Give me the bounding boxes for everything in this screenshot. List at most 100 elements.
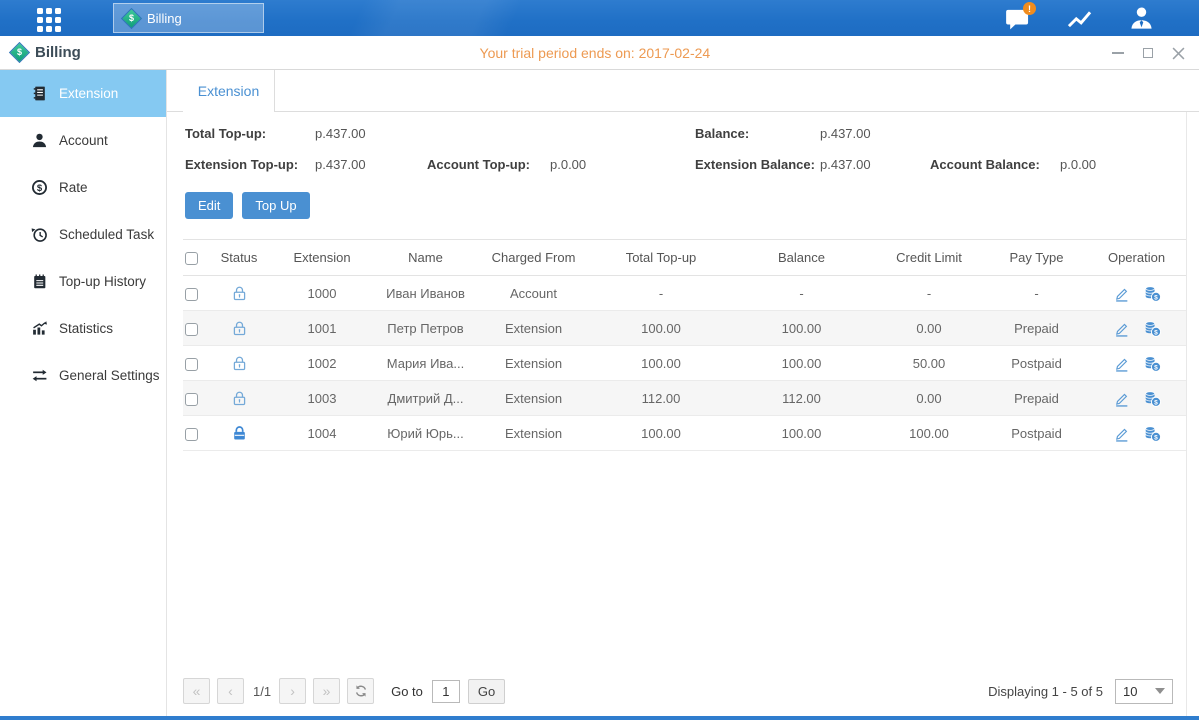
total-topup-value: p.437.00 [315, 126, 366, 141]
table-row: 1003 Дмитрий Д... Extension 112.00 112.0… [183, 381, 1186, 416]
extension-topup-label: Extension Top-up: [185, 157, 298, 172]
row-checkbox[interactable] [185, 288, 198, 301]
svg-text:$: $ [1154, 294, 1158, 301]
top-up-icon[interactable]: $ [1144, 390, 1161, 407]
charged-from-cell: Account [476, 276, 591, 311]
locked-icon [231, 425, 248, 442]
page-indicator: 1/1 [253, 684, 271, 699]
total-topup-cell: 112.00 [591, 381, 731, 416]
top-up-icon[interactable]: $ [1144, 425, 1161, 442]
status-cell [209, 346, 269, 381]
sidebar-item-account[interactable]: Account [0, 117, 166, 164]
notification-badge: ! [1023, 2, 1036, 15]
edit-icon[interactable] [1113, 425, 1130, 442]
table-row: 1001 Петр Петров Extension 100.00 100.00… [183, 311, 1186, 346]
minimize-button[interactable] [1111, 46, 1125, 60]
last-page-button[interactable]: » [313, 678, 340, 704]
status-cell [209, 311, 269, 346]
operation-cell: $ [1087, 416, 1186, 451]
maximize-button[interactable] [1141, 46, 1155, 60]
edit-icon[interactable] [1113, 320, 1130, 337]
edit-icon[interactable] [1113, 285, 1130, 302]
chart-icon[interactable] [1066, 5, 1093, 31]
extension-cell: 1003 [269, 381, 375, 416]
sidebar-item-general-settings[interactable]: General Settings [0, 352, 166, 399]
close-button[interactable] [1171, 46, 1185, 60]
top-up-icon[interactable]: $ [1144, 285, 1161, 302]
person-icon [31, 132, 48, 149]
row-checkbox[interactable] [185, 393, 198, 406]
prev-page-button[interactable]: ‹ [217, 678, 244, 704]
operation-cell: $ [1087, 346, 1186, 381]
charged-from-cell: Extension [476, 381, 591, 416]
topbar: $ Billing ! [0, 0, 1199, 36]
pay-type-cell: Prepaid [986, 311, 1087, 346]
billing-app-tab[interactable]: $ Billing [113, 3, 264, 33]
edit-icon[interactable] [1113, 390, 1130, 407]
select-all-checkbox[interactable] [185, 252, 198, 265]
titlebar: $ Billing Your trial period ends on: 201… [0, 36, 1199, 70]
account-topup-label: Account Top-up: [427, 157, 530, 172]
balance-label: Balance: [695, 126, 749, 141]
tab-extension[interactable]: Extension [183, 70, 275, 112]
col-operation: Operation [1087, 240, 1186, 276]
chat-icon[interactable]: ! [1004, 5, 1031, 31]
sidebar-item-label: Statistics [59, 321, 113, 336]
sidebar-item-rate[interactable]: $ Rate [0, 164, 166, 211]
tab-bar: Extension [167, 70, 1199, 112]
extension-cell: 1002 [269, 346, 375, 381]
sidebar-item-label: Rate [59, 180, 88, 195]
table-row: 1000 Иван Иванов Account - - - - $ [183, 276, 1186, 311]
sidebar: Extension Account $ Rate Scheduled Task … [0, 70, 167, 716]
balance-cell: 100.00 [731, 346, 872, 381]
goto-page-input[interactable] [432, 680, 460, 703]
refresh-button[interactable] [347, 678, 374, 704]
top-up-icon[interactable]: $ [1144, 320, 1161, 337]
name-cell: Иван Иванов [375, 276, 476, 311]
transfer-arrows-icon [31, 367, 48, 384]
charged-from-cell: Extension [476, 346, 591, 381]
dollar-coin-icon: $ [31, 179, 48, 196]
page-size-select[interactable]: 10 [1115, 679, 1173, 704]
edit-button[interactable]: Edit [185, 192, 233, 219]
displaying-text: Displaying 1 - 5 of 5 [988, 684, 1103, 699]
edit-icon[interactable] [1113, 355, 1130, 372]
pay-type-cell: - [986, 276, 1087, 311]
name-cell: Юрий Юрь... [375, 416, 476, 451]
user-icon[interactable] [1128, 5, 1155, 31]
pay-type-cell: Postpaid [986, 416, 1087, 451]
account-balance-value: p.0.00 [1060, 157, 1096, 172]
sidebar-item-topup-history[interactable]: Top-up History [0, 258, 166, 305]
billing-diamond-icon: $ [9, 42, 30, 63]
col-status: Status [209, 240, 269, 276]
sidebar-item-label: Scheduled Task [59, 227, 154, 242]
pay-type-cell: Prepaid [986, 381, 1087, 416]
pay-type-cell: Postpaid [986, 346, 1087, 381]
sidebar-item-scheduled-task[interactable]: Scheduled Task [0, 211, 166, 258]
balance-cell: 112.00 [731, 381, 872, 416]
sidebar-item-label: General Settings [59, 368, 160, 383]
row-checkbox[interactable] [185, 323, 198, 336]
total-topup-cell: 100.00 [591, 416, 731, 451]
total-topup-cell: 100.00 [591, 346, 731, 381]
col-charged-from: Charged From [476, 240, 591, 276]
row-checkbox[interactable] [185, 358, 198, 371]
top-up-button[interactable]: Top Up [242, 192, 309, 219]
col-name: Name [375, 240, 476, 276]
apps-grid-icon[interactable] [37, 8, 61, 32]
window-title-text: Billing [35, 44, 81, 61]
sidebar-item-extension[interactable]: Extension [0, 70, 166, 117]
chevron-down-icon [1155, 688, 1165, 694]
top-up-icon[interactable]: $ [1144, 355, 1161, 372]
unlocked-icon [231, 355, 248, 372]
col-credit-limit: Credit Limit [872, 240, 986, 276]
go-button[interactable]: Go [468, 679, 505, 704]
trial-message: Your trial period ends on: 2017-02-24 [480, 45, 711, 61]
balance-cell: 100.00 [731, 311, 872, 346]
first-page-button[interactable]: « [183, 678, 210, 704]
main-content: Extension Total Top-up: p.437.00 Balance… [167, 70, 1199, 716]
next-page-button[interactable]: › [279, 678, 306, 704]
sidebar-item-statistics[interactable]: Statistics [0, 305, 166, 352]
account-topup-value: p.0.00 [550, 157, 586, 172]
row-checkbox[interactable] [185, 428, 198, 441]
